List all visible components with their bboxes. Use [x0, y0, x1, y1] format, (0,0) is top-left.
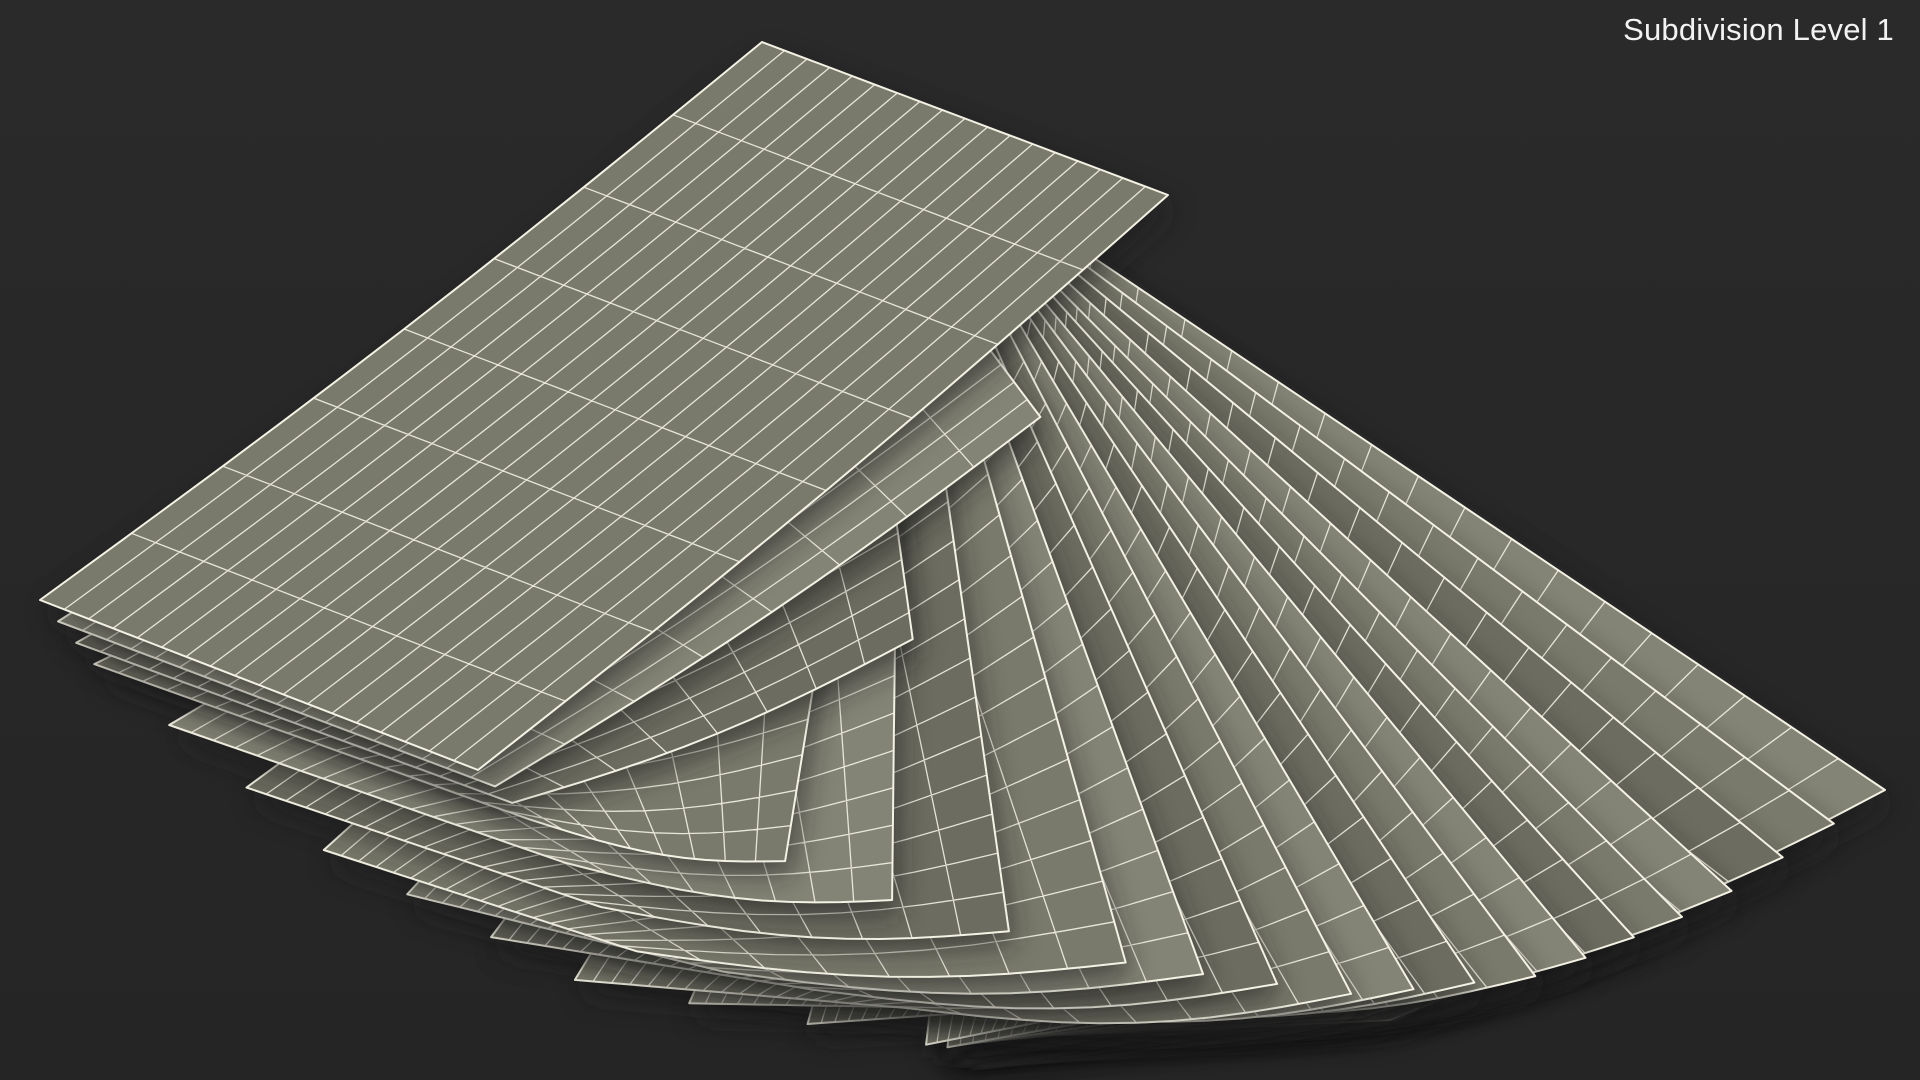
render-viewport: Subdivision Level 1 — [0, 0, 1920, 1080]
paper-stack-render — [0, 0, 1920, 1080]
subdivision-level-label: Subdivision Level 1 — [1623, 12, 1894, 47]
